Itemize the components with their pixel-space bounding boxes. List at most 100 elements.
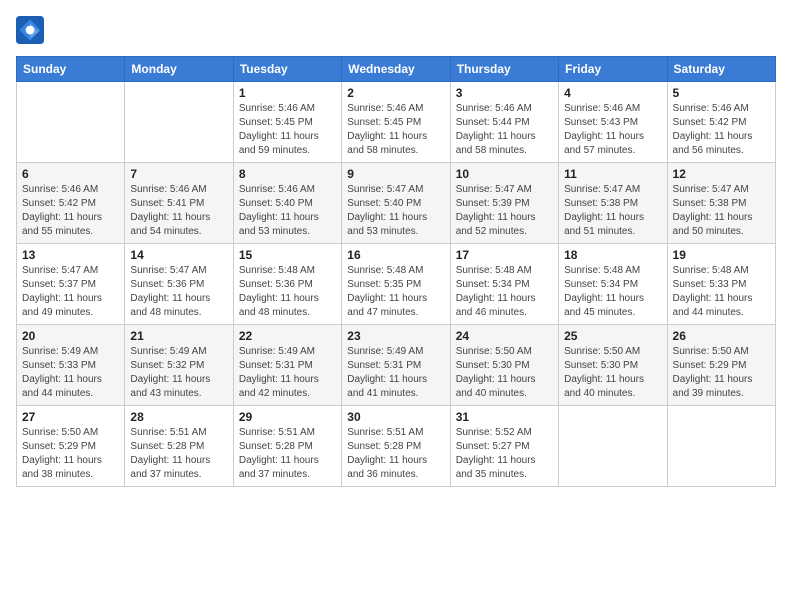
calendar-table: SundayMondayTuesdayWednesdayThursdayFrid… [16,56,776,487]
day-number: 2 [347,86,444,100]
day-number: 7 [130,167,227,181]
day-detail: Sunrise: 5:47 AM Sunset: 5:39 PM Dayligh… [456,183,553,239]
day-detail: Sunrise: 5:46 AM Sunset: 5:43 PM Dayligh… [564,102,661,158]
calendar-cell: 30 Sunrise: 5:51 AM Sunset: 5:28 PM Dayli… [342,406,450,487]
calendar-cell: 7 Sunrise: 5:46 AM Sunset: 5:41 PM Daylig… [125,163,233,244]
day-number: 22 [239,329,336,343]
day-number: 1 [239,86,336,100]
day-number: 17 [456,248,553,262]
calendar-cell: 26 Sunrise: 5:50 AM Sunset: 5:29 PM Dayli… [667,325,775,406]
day-detail: Sunrise: 5:52 AM Sunset: 5:27 PM Dayligh… [456,426,553,482]
logo [16,16,48,44]
calendar-week-row: 1 Sunrise: 5:46 AM Sunset: 5:45 PM Daylig… [17,82,776,163]
day-detail: Sunrise: 5:47 AM Sunset: 5:38 PM Dayligh… [564,183,661,239]
weekday-header-monday: Monday [125,57,233,82]
day-number: 10 [456,167,553,181]
day-detail: Sunrise: 5:47 AM Sunset: 5:40 PM Dayligh… [347,183,444,239]
calendar-cell: 29 Sunrise: 5:51 AM Sunset: 5:28 PM Dayli… [233,406,341,487]
calendar-week-row: 27Sunrise: 5:50 AM Sunset: 5:29 PM Dayli… [17,406,776,487]
calendar-cell: 2 Sunrise: 5:46 AM Sunset: 5:45 PM Daylig… [342,82,450,163]
day-detail: Sunrise: 5:50 AM Sunset: 5:30 PM Dayligh… [564,345,661,401]
day-detail: Sunrise: 5:46 AM Sunset: 5:42 PM Dayligh… [673,102,770,158]
day-detail: Sunrise: 5:46 AM Sunset: 5:42 PM Dayligh… [22,183,119,239]
day-detail: Sunrise: 5:50 AM Sunset: 5:30 PM Dayligh… [456,345,553,401]
calendar-cell: 10 Sunrise: 5:47 AM Sunset: 5:39 PM Dayli… [450,163,558,244]
weekday-header-friday: Friday [559,57,667,82]
day-detail: Sunrise: 5:51 AM Sunset: 5:28 PM Dayligh… [239,426,336,482]
day-detail: Sunrise: 5:47 AM Sunset: 5:36 PM Dayligh… [130,264,227,320]
day-number: 25 [564,329,661,343]
day-number: 30 [347,410,444,424]
day-detail: Sunrise: 5:47 AM Sunset: 5:38 PM Dayligh… [673,183,770,239]
calendar-cell: 16 Sunrise: 5:48 AM Sunset: 5:35 PM Dayli… [342,244,450,325]
calendar-week-row: 20 Sunrise: 5:49 AM Sunset: 5:33 PM Dayli… [17,325,776,406]
day-number: 12 [673,167,770,181]
calendar-cell: 5Sunrise: 5:46 AM Sunset: 5:42 PM Daylig… [667,82,775,163]
day-detail: Sunrise: 5:48 AM Sunset: 5:34 PM Dayligh… [564,264,661,320]
day-number: 19 [673,248,770,262]
calendar-cell [17,82,125,163]
day-number: 18 [564,248,661,262]
calendar-cell: 21 Sunrise: 5:49 AM Sunset: 5:32 PM Dayli… [125,325,233,406]
calendar-cell: 24 Sunrise: 5:50 AM Sunset: 5:30 PM Dayli… [450,325,558,406]
calendar-cell: 8 Sunrise: 5:46 AM Sunset: 5:40 PM Daylig… [233,163,341,244]
day-detail: Sunrise: 5:46 AM Sunset: 5:44 PM Dayligh… [456,102,553,158]
day-number: 9 [347,167,444,181]
calendar-week-row: 6Sunrise: 5:46 AM Sunset: 5:42 PM Daylig… [17,163,776,244]
day-number: 11 [564,167,661,181]
day-number: 26 [673,329,770,343]
calendar-cell [125,82,233,163]
calendar-cell: 13Sunrise: 5:47 AM Sunset: 5:37 PM Dayli… [17,244,125,325]
day-detail: Sunrise: 5:49 AM Sunset: 5:31 PM Dayligh… [347,345,444,401]
weekday-header-sunday: Sunday [17,57,125,82]
calendar-cell: 11 Sunrise: 5:47 AM Sunset: 5:38 PM Dayli… [559,163,667,244]
day-detail: Sunrise: 5:46 AM Sunset: 5:40 PM Dayligh… [239,183,336,239]
calendar-cell: 20 Sunrise: 5:49 AM Sunset: 5:33 PM Dayli… [17,325,125,406]
calendar-cell: 19 Sunrise: 5:48 AM Sunset: 5:33 PM Dayli… [667,244,775,325]
calendar-cell: 23Sunrise: 5:49 AM Sunset: 5:31 PM Dayli… [342,325,450,406]
day-detail: Sunrise: 5:48 AM Sunset: 5:36 PM Dayligh… [239,264,336,320]
weekday-header-thursday: Thursday [450,57,558,82]
day-detail: Sunrise: 5:51 AM Sunset: 5:28 PM Dayligh… [130,426,227,482]
calendar-cell [667,406,775,487]
day-detail: Sunrise: 5:48 AM Sunset: 5:33 PM Dayligh… [673,264,770,320]
weekday-header-tuesday: Tuesday [233,57,341,82]
day-number: 14 [130,248,227,262]
calendar-cell: 22 Sunrise: 5:49 AM Sunset: 5:31 PM Dayli… [233,325,341,406]
calendar-cell: 28 Sunrise: 5:51 AM Sunset: 5:28 PM Dayli… [125,406,233,487]
day-number: 8 [239,167,336,181]
day-detail: Sunrise: 5:49 AM Sunset: 5:32 PM Dayligh… [130,345,227,401]
calendar-cell: 17Sunrise: 5:48 AM Sunset: 5:34 PM Dayli… [450,244,558,325]
day-detail: Sunrise: 5:51 AM Sunset: 5:28 PM Dayligh… [347,426,444,482]
day-number: 20 [22,329,119,343]
weekday-header-saturday: Saturday [667,57,775,82]
calendar-cell: 12 Sunrise: 5:47 AM Sunset: 5:38 PM Dayli… [667,163,775,244]
day-detail: Sunrise: 5:49 AM Sunset: 5:33 PM Dayligh… [22,345,119,401]
day-number: 29 [239,410,336,424]
day-detail: Sunrise: 5:50 AM Sunset: 5:29 PM Dayligh… [673,345,770,401]
day-number: 4 [564,86,661,100]
calendar-cell: 15 Sunrise: 5:48 AM Sunset: 5:36 PM Dayli… [233,244,341,325]
calendar-cell: 14 Sunrise: 5:47 AM Sunset: 5:36 PM Dayli… [125,244,233,325]
day-number: 3 [456,86,553,100]
day-number: 21 [130,329,227,343]
calendar-cell: 3 Sunrise: 5:46 AM Sunset: 5:44 PM Daylig… [450,82,558,163]
day-detail: Sunrise: 5:48 AM Sunset: 5:35 PM Dayligh… [347,264,444,320]
calendar-cell: 9 Sunrise: 5:47 AM Sunset: 5:40 PM Daylig… [342,163,450,244]
day-number: 16 [347,248,444,262]
calendar-cell [559,406,667,487]
calendar-cell: 27Sunrise: 5:50 AM Sunset: 5:29 PM Dayli… [17,406,125,487]
day-detail: Sunrise: 5:46 AM Sunset: 5:45 PM Dayligh… [347,102,444,158]
day-number: 15 [239,248,336,262]
calendar-cell: 1 Sunrise: 5:46 AM Sunset: 5:45 PM Daylig… [233,82,341,163]
day-detail: Sunrise: 5:47 AM Sunset: 5:37 PM Dayligh… [22,264,119,320]
day-detail: Sunrise: 5:46 AM Sunset: 5:41 PM Dayligh… [130,183,227,239]
day-number: 24 [456,329,553,343]
calendar-cell: 25 Sunrise: 5:50 AM Sunset: 5:30 PM Dayli… [559,325,667,406]
day-detail: Sunrise: 5:46 AM Sunset: 5:45 PM Dayligh… [239,102,336,158]
calendar-cell: 6Sunrise: 5:46 AM Sunset: 5:42 PM Daylig… [17,163,125,244]
day-detail: Sunrise: 5:49 AM Sunset: 5:31 PM Dayligh… [239,345,336,401]
page-header [16,16,776,44]
weekday-header-row: SundayMondayTuesdayWednesdayThursdayFrid… [17,57,776,82]
day-number: 28 [130,410,227,424]
